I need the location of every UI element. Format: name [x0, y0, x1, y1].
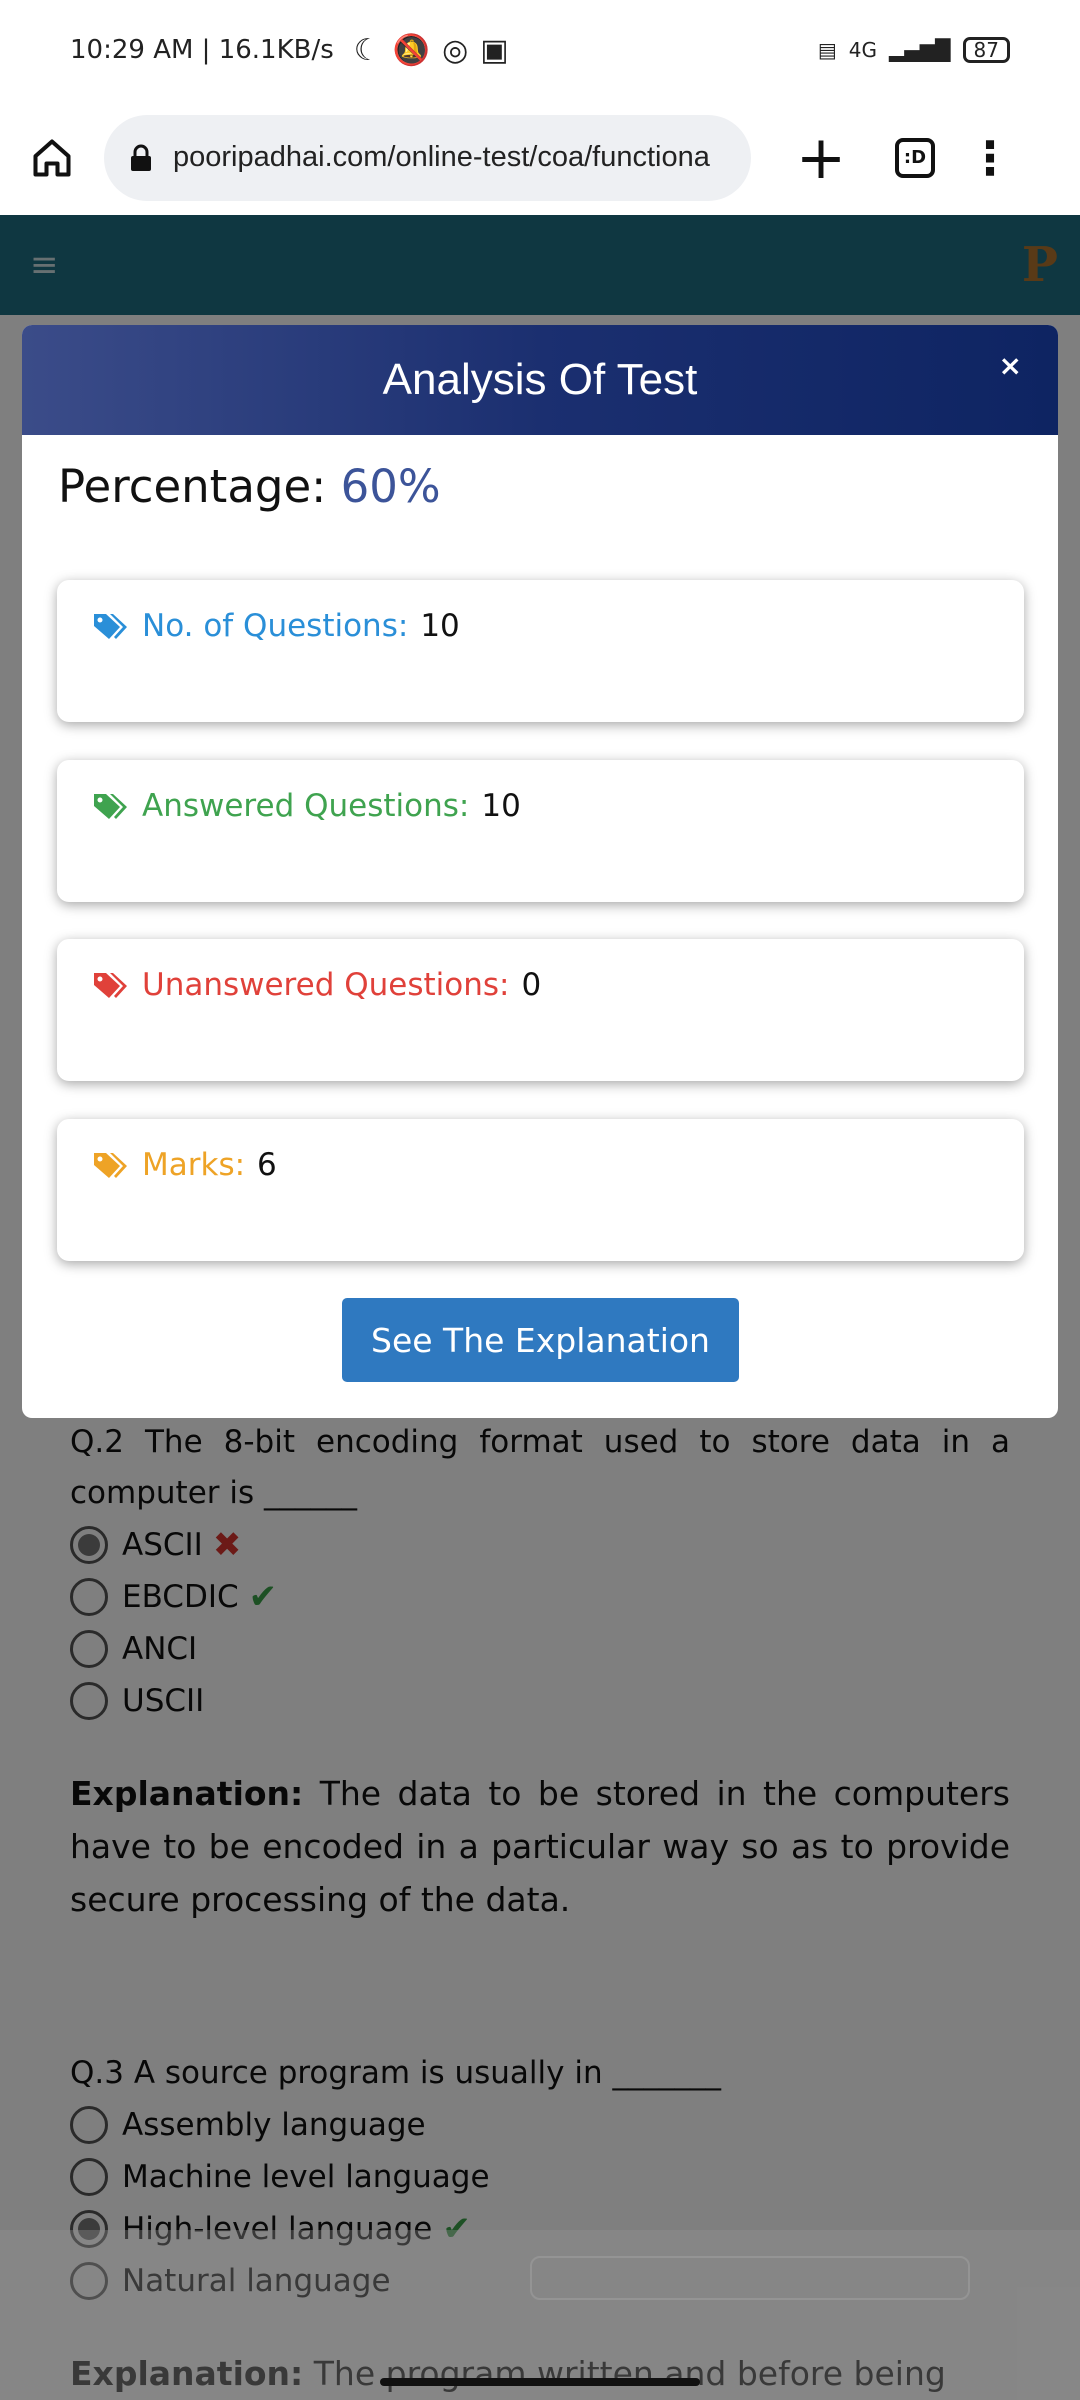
card-value: 10 [420, 608, 460, 644]
gesture-nav-bar[interactable] [380, 2378, 700, 2386]
signal-icon: ▂▄▆█ [889, 38, 951, 62]
battery-indicator: 87 [962, 37, 1010, 63]
lock-icon [131, 144, 151, 171]
modal-header: Analysis Of Test × [22, 325, 1058, 435]
stat-card-unanswered: Unanswered Questions: 0 [57, 939, 1024, 1081]
tags-icon [94, 973, 127, 998]
percentage-value: 60% [340, 460, 441, 513]
modal-title: Analysis Of Test [382, 355, 698, 404]
analysis-modal: Analysis Of Test × Percentage: 60% No. o… [22, 325, 1058, 1418]
percentage-row: Percentage: 60% [58, 460, 441, 513]
app-icon: ▣ [480, 32, 509, 68]
stat-card-answered: Answered Questions: 10 [57, 760, 1024, 902]
browser-toolbar: pooripadhai.com/online-test/coa/function… [0, 100, 1080, 215]
more-vert-icon: ⋮ [967, 130, 1013, 185]
tags-icon [94, 794, 127, 819]
plus-icon: + [795, 122, 847, 193]
card-label: Unanswered Questions: [142, 967, 510, 1003]
url-text: pooripadhai.com/online-test/coa/function… [173, 141, 710, 173]
tags-icon [94, 1153, 127, 1178]
moon-icon: ☾ [353, 32, 381, 68]
network-label: 4G [848, 38, 878, 62]
address-bar[interactable]: pooripadhai.com/online-test/coa/function… [104, 114, 751, 201]
volte-icon: ▤ [817, 38, 837, 62]
tags-icon [94, 614, 127, 639]
home-button[interactable] [0, 106, 104, 210]
new-tab-button[interactable]: + [751, 106, 891, 210]
see-explanation-button[interactable]: See The Explanation [342, 1298, 739, 1382]
mute-icon: 🔕 [392, 32, 431, 68]
stat-card-marks: Marks: 6 [57, 1119, 1024, 1261]
percentage-label: Percentage: [58, 460, 327, 513]
tab-switcher-button[interactable]: :D [895, 137, 935, 178]
card-value: 0 [521, 967, 542, 1003]
status-time: 10:29 AM | 16.1KB/s [70, 35, 334, 65]
faint-element [530, 2256, 970, 2300]
card-label: No. of Questions: [142, 608, 409, 644]
status-bar: 10:29 AM | 16.1KB/s ☾ 🔕 ◎ ▣ ▤ 4G ▂▄▆█ 87 [0, 0, 1080, 100]
whatsapp-icon: ◎ [442, 32, 469, 68]
stat-card-questions: No. of Questions: 10 [57, 580, 1024, 722]
card-label: Marks: [142, 1147, 246, 1183]
close-icon[interactable]: × [999, 349, 1022, 382]
card-label: Answered Questions: [142, 788, 470, 824]
browser-menu-button[interactable]: ⋮ [935, 106, 1045, 210]
card-value: 6 [257, 1147, 277, 1183]
card-value: 10 [481, 788, 521, 824]
home-icon [33, 138, 71, 177]
